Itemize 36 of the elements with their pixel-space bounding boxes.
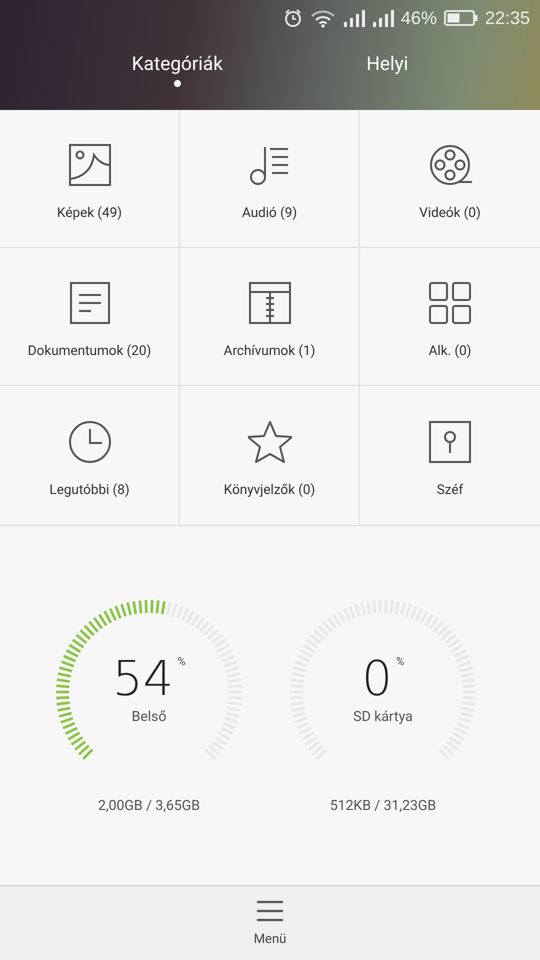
alarm-icon [282, 8, 303, 28]
signal-icon [342, 8, 365, 28]
usage-percent: 0 [362, 655, 392, 703]
category-tile[interactable]: Képek (49) [0, 110, 180, 248]
tab[interactable]: Helyi [360, 40, 414, 91]
battery-percentage: 46% [400, 8, 437, 28]
category-tile[interactable]: Archívumok (1) [180, 248, 360, 386]
signal-icon [372, 8, 394, 28]
safe-icon [428, 420, 472, 464]
percent-sign: % [178, 655, 186, 668]
tab[interactable]: Kategóriák [126, 40, 229, 91]
menu-icon [256, 900, 284, 922]
category-tile[interactable]: Videók (0) [360, 110, 540, 248]
menu-button[interactable]: Menü [246, 886, 294, 960]
storage-usage: 2,00GB / 3,65GB [98, 798, 200, 814]
category-tile[interactable]: Alk. (0) [360, 248, 540, 386]
storage-name: Belső [132, 709, 166, 725]
percent-sign: % [396, 655, 404, 668]
document-icon [68, 280, 112, 324]
archive-icon [248, 280, 292, 324]
image-icon [68, 142, 112, 186]
category-tile[interactable]: Audió (9) [180, 110, 360, 248]
wifi-icon [310, 8, 336, 28]
category-tile[interactable]: Széf [360, 386, 540, 525]
star-icon [248, 420, 292, 464]
film-reel-icon [428, 142, 472, 186]
category-tile[interactable]: Könyvjelzők (0) [180, 386, 360, 525]
battery-icon [444, 9, 478, 27]
usage-percent: 54 [112, 655, 174, 703]
clock-time: 22:35 [484, 8, 530, 28]
app-grid-icon [428, 280, 472, 324]
clock-icon [68, 420, 112, 464]
category-tile[interactable]: Legutóbbi (8) [0, 386, 180, 525]
category-tile[interactable]: Dokumentumok (20) [0, 248, 180, 386]
storage-name: SD kártya [353, 709, 413, 725]
storage-usage: 512KB / 31,23GB [330, 798, 436, 814]
